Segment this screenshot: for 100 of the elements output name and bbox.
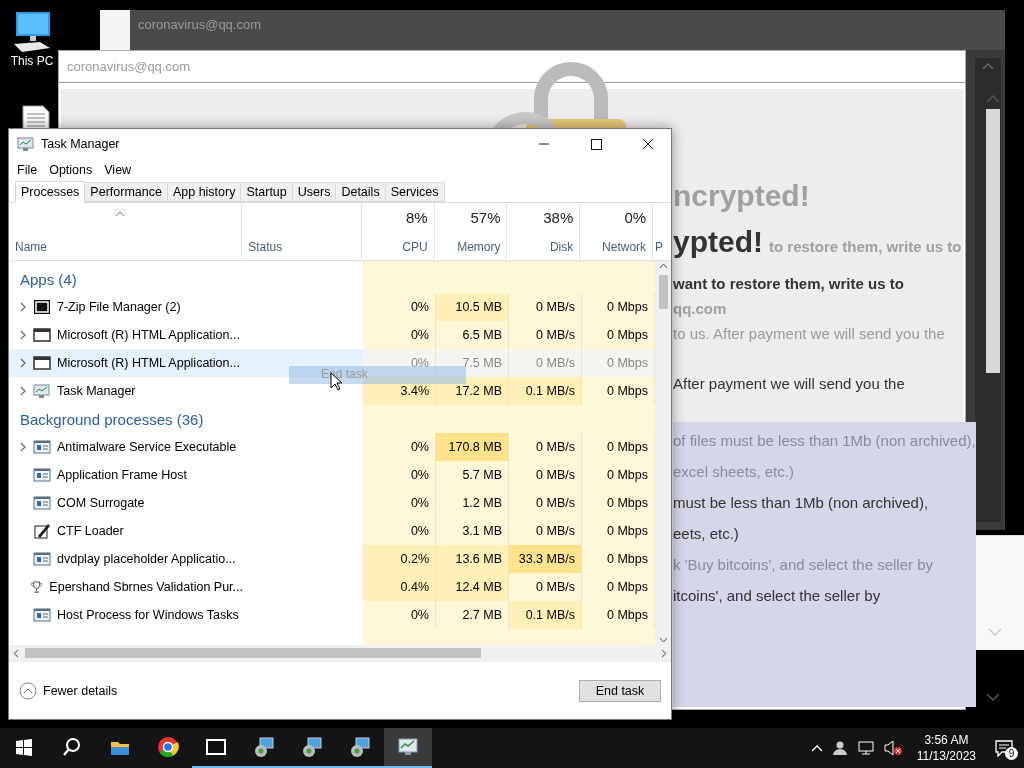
tab[interactable]: Users [292,182,337,202]
process-name-cell[interactable]: COM Surrogate [9,489,243,517]
people-icon[interactable] [830,740,849,756]
column-header[interactable]: 38% Disk [507,203,581,260]
column-label: Name [15,240,48,254]
column-header[interactable]: 8% CPU [361,203,435,260]
message-text: want to restore them, write us to [673,275,904,292]
trophy-icon [30,578,44,596]
column-label: Memory [457,240,501,254]
table-cell: 17.2 MB [436,377,509,405]
monitor-chart-icon [33,383,51,399]
app-window-icon [33,439,51,455]
notification-center-button[interactable]: 9 [990,734,1018,762]
window-icon [33,327,51,343]
table-cell: 0.4% [363,573,436,601]
scroll-down-icon[interactable] [985,693,1000,701]
setup-disc-icon [253,736,275,758]
archive-icon [33,299,51,315]
tab[interactable]: Services [385,182,445,202]
desktop-icon-label[interactable]: This PC [10,54,54,68]
sort-caret-icon[interactable] [115,211,125,217]
process-name: dvdplay placeholder Applicatio... [57,552,236,566]
usage-percent: 57% [470,209,501,226]
table-cell: 0.1 MB/s [509,377,582,405]
show-hidden-icons-icon[interactable] [810,744,823,752]
process-name-cell[interactable]: dvdplay placeholder Applicatio... [9,545,243,573]
process-name: Epershand Sbrnes Validation Pur... [49,580,243,594]
column-label: Disk [549,240,574,254]
process-name-cell[interactable]: Epershand Sbrnes Validation Pur... [9,573,243,601]
process-name-cell[interactable]: Application Frame Host [9,461,243,489]
pen-icon [33,522,51,540]
message-text: qq.com [673,300,727,317]
menu-item[interactable]: File [11,163,44,177]
window-title: coronavirus@qq.com [130,10,1005,50]
message-heading: ncrypted! [673,179,810,213]
process-name: 7-Zip File Manager (2) [57,300,181,314]
tab[interactable]: Processes [15,181,86,203]
tab[interactable]: Details [336,182,386,202]
column-label: Status [248,240,284,254]
process-name: COM Surrogate [57,496,145,510]
usage-percent: 8% [406,209,428,226]
process-name-cell[interactable]: Antimalware Service Executable [9,433,243,461]
tab[interactable]: Performance [85,182,168,202]
window-title: Task Manager [41,137,120,151]
process-name: Application Frame Host [57,468,187,482]
windows-logo-icon [13,736,35,758]
column-header[interactable]: Name [9,203,243,260]
column-header[interactable]: Status [242,203,362,260]
process-name-cell[interactable]: Microsoft (R) HTML Application... [9,321,243,349]
scroll-up-icon[interactable] [658,263,668,269]
scroll-left-icon[interactable] [13,648,19,658]
table-cell: 13.6 MB [436,545,509,573]
process-name-cell[interactable]: 7-Zip File Manager (2) [9,293,243,321]
menu-item[interactable]: Options [43,163,99,177]
task-manager-button[interactable] [384,728,432,768]
message-text: eets, etc.) [673,525,739,542]
scroll-down-icon[interactable] [658,637,668,643]
table-cell: 0 Mbps [582,349,655,377]
scroll-up-icon[interactable] [982,62,994,70]
process-name-cell[interactable]: CTF Loader [9,517,243,545]
scroll-right-icon[interactable] [661,648,667,658]
app-window-icon [33,495,51,511]
archive-icon [205,736,227,758]
scrollbar-thumb[interactable] [25,648,481,658]
message-text: excel sheets, etc.) [673,463,794,480]
column-header[interactable]: P [653,203,671,260]
volume-muted-icon[interactable] [882,740,903,756]
tab[interactable]: App history [167,182,242,202]
column-label: Network [602,240,647,254]
usage-percent: 38% [543,209,574,226]
menu-item[interactable]: View [98,163,138,177]
process-name-cell[interactable]: Microsoft (R) HTML Application... [9,349,243,377]
setup-disc-icon [349,736,371,758]
column-header[interactable]: 0% Network [580,203,654,260]
process-name: Microsoft (R) HTML Application... [57,356,240,370]
table-cell: 12.4 MB [436,573,509,601]
column-header[interactable]: 57% Memory [434,203,508,260]
table-cell: 7.5 MB [436,349,509,377]
clock-time[interactable]: 3:56 AM [924,732,969,748]
message-text: k 'Buy bitcoins', and select the seller by [673,556,934,573]
collapse-circle-icon[interactable] [19,681,37,700]
app-window-icon [33,551,51,567]
network-icon[interactable] [856,740,875,756]
process-name-cell[interactable]: Task Manager [9,377,243,405]
table-cell: 33.3 MB/s [509,545,582,573]
tab[interactable]: Startup [241,182,293,202]
clock-date[interactable]: 11/13/2023 [916,748,976,764]
maximize-icon [589,138,603,150]
browser-icon [157,736,179,758]
notification-count: 9 [1005,747,1018,760]
scrollbar-thumb[interactable] [658,275,668,309]
message-text: must be less than 1Mb (non archived), [673,494,929,511]
monitor-chart-icon [17,136,35,152]
process-name-cell[interactable]: Host Process for Windows Tasks [9,601,243,629]
close-icon [641,138,655,150]
table-cell: 3.4% [363,377,436,405]
fewer-details-link[interactable]: Fewer details [43,683,118,698]
setup-disc-icon [301,736,323,758]
end-task-button[interactable]: End task [579,679,661,702]
process-name: CTF Loader [57,524,124,538]
